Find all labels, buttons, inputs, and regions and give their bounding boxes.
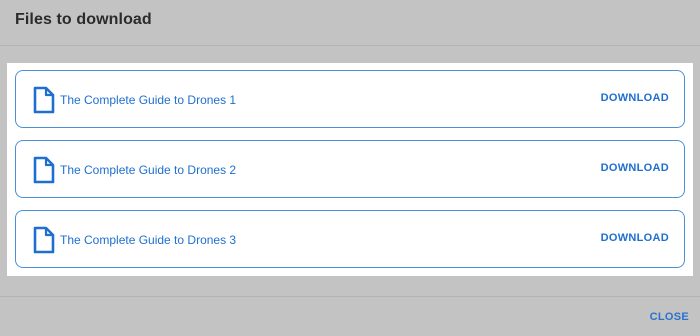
file-item-2[interactable]: The Complete Guide to Drones 2 DOWNLOAD (15, 140, 685, 198)
file-list: The Complete Guide to Drones 1 DOWNLOAD … (7, 63, 693, 276)
file-name: The Complete Guide to Drones 3 (60, 233, 237, 247)
file-item-1[interactable]: The Complete Guide to Drones 1 DOWNLOAD (15, 70, 685, 128)
dialog-title: Files to download (15, 11, 152, 28)
file-icon (33, 226, 55, 254)
dialog-header: Files to download (0, 0, 700, 46)
file-icon (33, 156, 55, 184)
file-name: The Complete Guide to Drones 1 (60, 93, 237, 107)
download-button[interactable]: DOWNLOAD (601, 162, 669, 174)
dialog-footer: CLOSE (0, 296, 700, 336)
download-button[interactable]: DOWNLOAD (601, 92, 669, 104)
close-button[interactable]: CLOSE (650, 311, 689, 323)
file-name: The Complete Guide to Drones 2 (60, 163, 237, 177)
download-dialog: Files to download The Complete Guide to … (0, 0, 700, 336)
file-item-3[interactable]: The Complete Guide to Drones 3 DOWNLOAD (15, 210, 685, 268)
download-button[interactable]: DOWNLOAD (601, 232, 669, 244)
file-icon (33, 86, 55, 114)
